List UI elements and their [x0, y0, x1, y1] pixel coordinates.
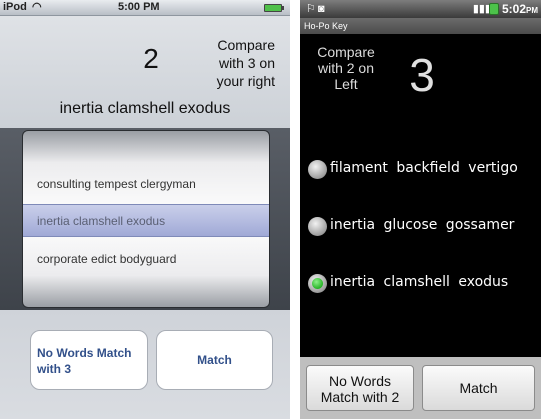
- option-filament-backfield-vertigo[interactable]: filament backfield vertigo: [308, 160, 538, 180]
- picker-frame: consulting tempest clergyman inertia cla…: [0, 128, 290, 310]
- button-label: No Words: [329, 373, 391, 389]
- option-inertia-clamshell-exodus[interactable]: inertia clamshell exodus: [308, 274, 538, 294]
- status-time: 5:00 PM: [118, 1, 160, 13]
- option-label: inertia clamshell exodus: [330, 274, 509, 290]
- option-label: filament backfield vertigo: [330, 160, 518, 176]
- compare-line: your right: [216, 73, 275, 89]
- button-label: Match with 2: [320, 389, 400, 405]
- carrier-label: iPod: [3, 1, 27, 13]
- no-words-match-button[interactable]: No Words Match with 3: [30, 330, 148, 390]
- word-picker[interactable]: consulting tempest clergyman inertia cla…: [22, 130, 270, 308]
- compare-number: 3: [409, 49, 435, 101]
- match-button[interactable]: Match: [422, 365, 535, 411]
- notification-icons: ⚐◙: [306, 3, 327, 15]
- picker-row[interactable]: consulting tempest clergyman: [37, 177, 267, 191]
- compare-line: with 3 on: [218, 55, 275, 71]
- compare-line: Compare: [317, 44, 375, 60]
- android-status-bar: ⚐◙ ▮▮▮ 5:02PM: [300, 0, 541, 18]
- android-screen: ⚐◙ ▮▮▮ 5:02PM Ho-Po Key Compare with 2 o…: [300, 0, 541, 419]
- button-label: No Words Match: [37, 346, 132, 360]
- compare-number: 2: [143, 43, 159, 74]
- status-ampm: PM: [526, 6, 538, 15]
- radio-button[interactable]: [308, 217, 327, 236]
- compare-instructions: Compare with 2 on Left: [310, 44, 382, 92]
- status-time-value: 5:02: [501, 2, 526, 16]
- picker-row-selected[interactable]: inertia clamshell exodus: [37, 214, 267, 228]
- compare-instructions: Compare with 3 on your right: [185, 36, 275, 90]
- button-bar: No Words Match with 3 Match: [0, 310, 290, 419]
- radio-button[interactable]: [308, 160, 327, 179]
- option-label: inertia glucose gossamer: [330, 217, 515, 233]
- app-title: Ho-Po Key: [300, 18, 541, 34]
- ipod-status-bar: iPod ◠ 5:00 PM: [0, 0, 290, 16]
- wifi-icon: ◠: [32, 1, 42, 13]
- radio-button-selected[interactable]: [308, 274, 327, 293]
- option-inertia-glucose-gossamer[interactable]: inertia glucose gossamer: [308, 217, 538, 237]
- ipod-screen: iPod ◠ 5:00 PM 2 Compare with 3 on your …: [0, 0, 290, 419]
- target-words: inertia clamshell exodus: [59, 100, 231, 117]
- button-bar: No Words Match with 2 Match: [300, 357, 541, 419]
- no-words-match-button[interactable]: No Words Match with 2: [306, 365, 414, 411]
- status-time: 5:02PM: [502, 2, 538, 16]
- compare-line: with 2 on: [317, 60, 375, 76]
- button-label: with 3: [37, 362, 72, 376]
- picker-row[interactable]: corporate edict bodyguard: [37, 252, 267, 266]
- compare-line: Compare: [217, 37, 275, 53]
- battery-icon: [489, 3, 499, 15]
- match-button[interactable]: Match: [156, 330, 273, 390]
- compare-line: Left: [334, 76, 358, 92]
- battery-icon: [264, 4, 284, 12]
- compare-header: 2 Compare with 3 on your right inertia c…: [0, 16, 290, 128]
